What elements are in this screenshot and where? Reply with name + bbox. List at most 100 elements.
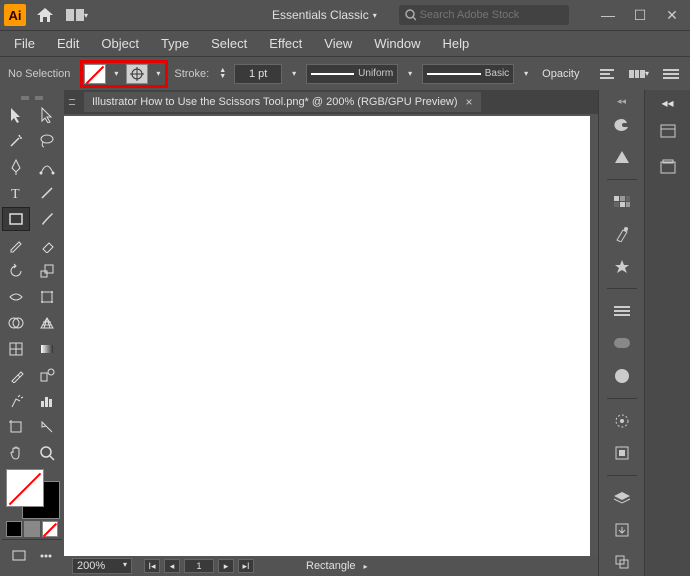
lasso-tool[interactable] — [33, 129, 61, 153]
draw-normal[interactable] — [6, 521, 22, 537]
selection-tool[interactable] — [2, 103, 30, 127]
color-guide-panel-icon[interactable] — [608, 145, 636, 169]
transform-panel-icon[interactable]: ▾ — [628, 63, 650, 85]
eyedropper-tool[interactable] — [2, 363, 30, 387]
variable-width-profile[interactable]: Uniform — [306, 64, 398, 84]
adobe-stock-search[interactable] — [399, 5, 569, 25]
right-panel-dock-1: ◂◂ — [598, 90, 644, 576]
mesh-tool[interactable] — [2, 337, 30, 361]
document-tab[interactable]: Illustrator How to Use the Scissors Tool… — [84, 92, 481, 112]
stroke-dropdown[interactable]: ▾ — [152, 64, 164, 84]
stroke-weight-dropdown[interactable]: ▾ — [288, 64, 300, 84]
panel-toggle[interactable] — [67, 99, 77, 105]
prev-artboard-button[interactable]: ◂ — [164, 559, 180, 573]
eraser-tool[interactable] — [33, 233, 61, 257]
brushes-panel-icon[interactable] — [608, 222, 636, 246]
zoom-tool[interactable] — [33, 441, 61, 465]
fill-swatch[interactable] — [84, 64, 106, 84]
symbols-panel-icon[interactable] — [608, 254, 636, 278]
expand-dock-icon[interactable]: ◂◂ — [617, 96, 626, 107]
gradient-panel-icon[interactable] — [608, 331, 636, 355]
workspace-switcher[interactable]: Essentials Classic ▾ — [266, 6, 383, 24]
fill-stroke-color[interactable] — [6, 469, 60, 519]
asset-export-panel-icon[interactable] — [608, 518, 636, 542]
symbol-sprayer-tool[interactable] — [2, 389, 30, 413]
opacity-label[interactable]: Opacity — [542, 68, 579, 80]
menu-type[interactable]: Type — [151, 33, 199, 54]
maximize-button[interactable]: ☐ — [626, 5, 654, 25]
transparency-panel-icon[interactable] — [608, 364, 636, 388]
menu-object[interactable]: Object — [91, 33, 149, 54]
first-artboard-button[interactable]: I◂ — [144, 559, 160, 573]
menu-file[interactable]: File — [4, 33, 45, 54]
pencil-tool[interactable] — [2, 233, 30, 257]
graphic-styles-panel-icon[interactable] — [608, 441, 636, 465]
artboard-index-field[interactable]: 1 — [184, 559, 214, 573]
zoom-level-field[interactable]: 200%▾ — [72, 558, 132, 574]
hand-tool[interactable] — [2, 441, 30, 465]
fill-color[interactable] — [6, 469, 44, 507]
free-transform-tool[interactable] — [33, 285, 61, 309]
next-artboard-button[interactable]: ▸ — [218, 559, 234, 573]
artboard-name-label: Rectangle — [306, 560, 356, 572]
swatches-panel-icon[interactable] — [608, 190, 636, 214]
stroke-swatch[interactable] — [126, 64, 148, 84]
paintbrush-tool[interactable] — [33, 207, 61, 231]
pen-tool[interactable] — [2, 155, 30, 179]
perspective-grid-tool[interactable] — [33, 311, 61, 335]
stroke-weight-field[interactable]: 1 pt — [234, 64, 282, 84]
fill-dropdown[interactable]: ▾ — [110, 64, 122, 84]
arrange-documents-button[interactable]: ▾ — [64, 3, 90, 27]
direct-selection-tool[interactable] — [33, 103, 61, 127]
screen-mode[interactable] — [6, 544, 31, 568]
color-panel-icon[interactable] — [608, 113, 636, 137]
magic-wand-tool[interactable] — [2, 129, 30, 153]
artboard-tool[interactable] — [2, 415, 30, 439]
appearance-panel-icon[interactable] — [608, 409, 636, 433]
draw-behind[interactable] — [24, 521, 40, 537]
rotate-tool[interactable] — [2, 259, 30, 283]
properties-panel-icon[interactable] — [654, 118, 682, 144]
slice-tool[interactable] — [33, 415, 61, 439]
width-tool[interactable] — [2, 285, 30, 309]
toolbox-grip[interactable] — [2, 94, 62, 101]
menu-edit[interactable]: Edit — [47, 33, 89, 54]
artboard-name-display[interactable]: Rectangle ▸ — [306, 560, 368, 572]
curvature-tool[interactable] — [33, 155, 61, 179]
menu-help[interactable]: Help — [432, 33, 479, 54]
artboards-panel-icon[interactable] — [608, 550, 636, 574]
line-segment-tool[interactable] — [33, 181, 61, 205]
menu-view[interactable]: View — [314, 33, 362, 54]
options-menu-icon[interactable] — [660, 63, 682, 85]
right-panel-dock-2: ◂◂ — [644, 90, 690, 576]
draw-inside[interactable] — [42, 521, 58, 537]
blend-tool[interactable] — [33, 363, 61, 387]
stroke-weight-stepper[interactable]: ▲▼ — [219, 68, 226, 80]
close-button[interactable]: ✕ — [658, 5, 686, 25]
gradient-tool[interactable] — [33, 337, 61, 361]
shape-builder-tool[interactable] — [2, 311, 30, 335]
chevron-right-icon: ▸ — [364, 562, 368, 571]
type-tool[interactable]: T — [2, 181, 30, 205]
scale-tool[interactable] — [33, 259, 61, 283]
menu-window[interactable]: Window — [364, 33, 430, 54]
menu-select[interactable]: Select — [201, 33, 257, 54]
minimize-button[interactable]: — — [594, 5, 622, 25]
last-artboard-button[interactable]: ▸I — [238, 559, 254, 573]
libraries-panel-icon[interactable] — [654, 154, 682, 180]
menu-effect[interactable]: Effect — [259, 33, 312, 54]
column-graph-tool[interactable] — [33, 389, 61, 413]
home-button[interactable] — [32, 3, 58, 27]
brush-definition[interactable]: Basic — [422, 64, 514, 84]
close-tab-icon[interactable]: × — [466, 95, 473, 109]
profile-dropdown[interactable]: ▾ — [404, 64, 416, 84]
rectangle-tool[interactable] — [2, 207, 30, 231]
expand-dock-icon[interactable]: ◂◂ — [661, 96, 673, 110]
stroke-panel-icon[interactable] — [608, 299, 636, 323]
brush-dropdown[interactable]: ▾ — [520, 64, 532, 84]
align-panel-icon[interactable] — [596, 63, 618, 85]
layers-panel-icon[interactable] — [608, 486, 636, 510]
artboard-canvas[interactable] — [64, 116, 590, 556]
edit-toolbar[interactable] — [33, 544, 58, 568]
stock-search-input[interactable] — [420, 9, 563, 21]
